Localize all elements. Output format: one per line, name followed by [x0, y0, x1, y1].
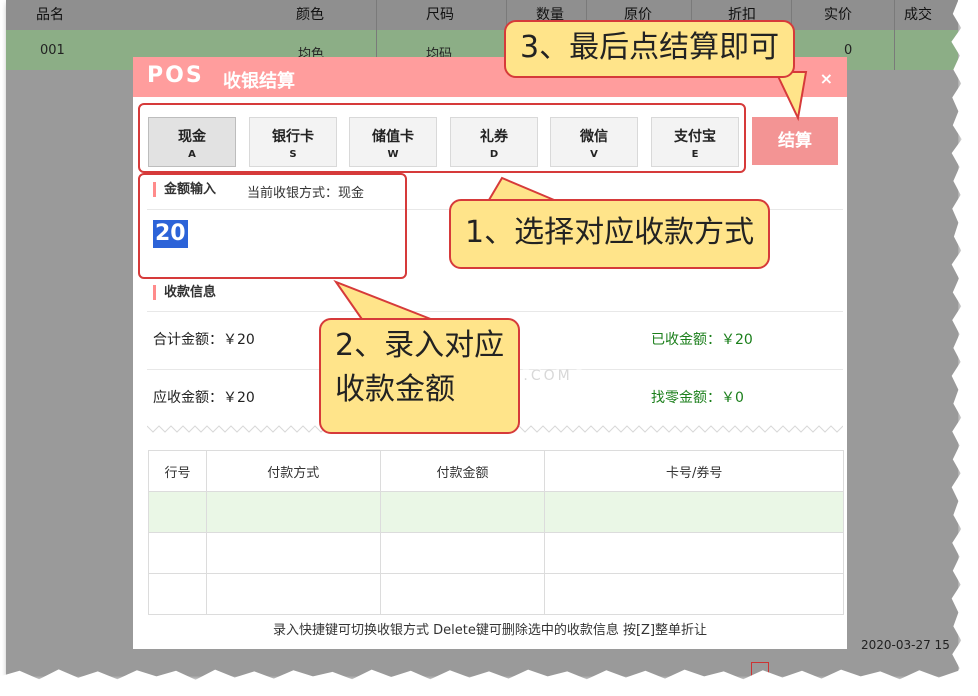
table-row[interactable] [148, 491, 844, 533]
received-amount: 已收金额：￥20 [651, 332, 753, 348]
callout-step1: 1、选择对应收款方式 [449, 199, 771, 269]
settle-button[interactable]: 结算 [752, 117, 838, 165]
change-amount: 找零金额：￥0 [651, 390, 744, 406]
pos-logo: POS [147, 63, 204, 88]
grid-header-cell: 颜色 [296, 7, 324, 23]
grid-header: 品名 颜色 尺码 数量 原价 折扣 实价 成交 [6, 0, 958, 30]
callout-step2-line2: 收款金额 [335, 372, 455, 407]
footer-date: 2020-03-27 15 [861, 638, 950, 652]
annotation-payment-methods [138, 103, 746, 173]
info-section-title: 收款信息 [153, 285, 216, 300]
grid-header-cell: 尺码 [426, 7, 454, 23]
table-cell [148, 573, 207, 615]
column-header: 卡号/券号 [544, 450, 844, 492]
grid-header-cell: 成交 [904, 7, 932, 23]
table-cell [544, 491, 844, 533]
table-cell [544, 573, 844, 615]
callout-step2: 2、录入对应 收款金额 [319, 318, 521, 434]
table-cell [148, 532, 207, 574]
table-cell [379, 532, 546, 574]
grid-cell-code: 001 [40, 43, 65, 58]
table-cell [205, 532, 381, 574]
table-cell [205, 491, 381, 533]
table-cell [379, 491, 546, 533]
due-amount: 应收金额：￥20 [153, 390, 255, 406]
payment-table: 行号 付款方式 付款金额 卡号/券号 [148, 450, 844, 615]
divider [147, 311, 843, 312]
table-header-row: 行号 付款方式 付款金额 卡号/券号 [148, 450, 844, 492]
shortcut-hint: 录入快捷键可切换收银方式 Delete键可删除选中的收款信息 按[Z]整单折让 [272, 623, 708, 638]
table-cell [544, 532, 844, 574]
table-cell [379, 573, 546, 615]
column-header: 行号 [148, 450, 207, 492]
table-row[interactable] [148, 532, 844, 574]
close-icon[interactable]: × [820, 69, 833, 88]
screenshot-frame: 品名 颜色 尺码 数量 原价 折扣 实价 成交 001 均色 均码 0 2020… [6, 0, 958, 676]
callout-step3: 3、最后点结算即可 [504, 20, 796, 78]
grid-header-cell: 实价 [824, 7, 852, 23]
grid-cell-price: 0 [844, 43, 853, 58]
column-header: 付款方式 [205, 450, 381, 492]
dialog-title: 收银结算 [223, 71, 295, 92]
column-header: 付款金额 [379, 450, 546, 492]
grid-header-cell: 品名 [36, 7, 64, 23]
grid-divider [894, 0, 895, 70]
annotation-amount-input [138, 173, 407, 279]
callout-step2-line1: 2、录入对应 [335, 328, 505, 363]
table-row[interactable] [148, 573, 844, 615]
table-cell [148, 491, 207, 533]
total-amount: 合计金额：￥20 [153, 332, 255, 348]
table-cell [205, 573, 381, 615]
